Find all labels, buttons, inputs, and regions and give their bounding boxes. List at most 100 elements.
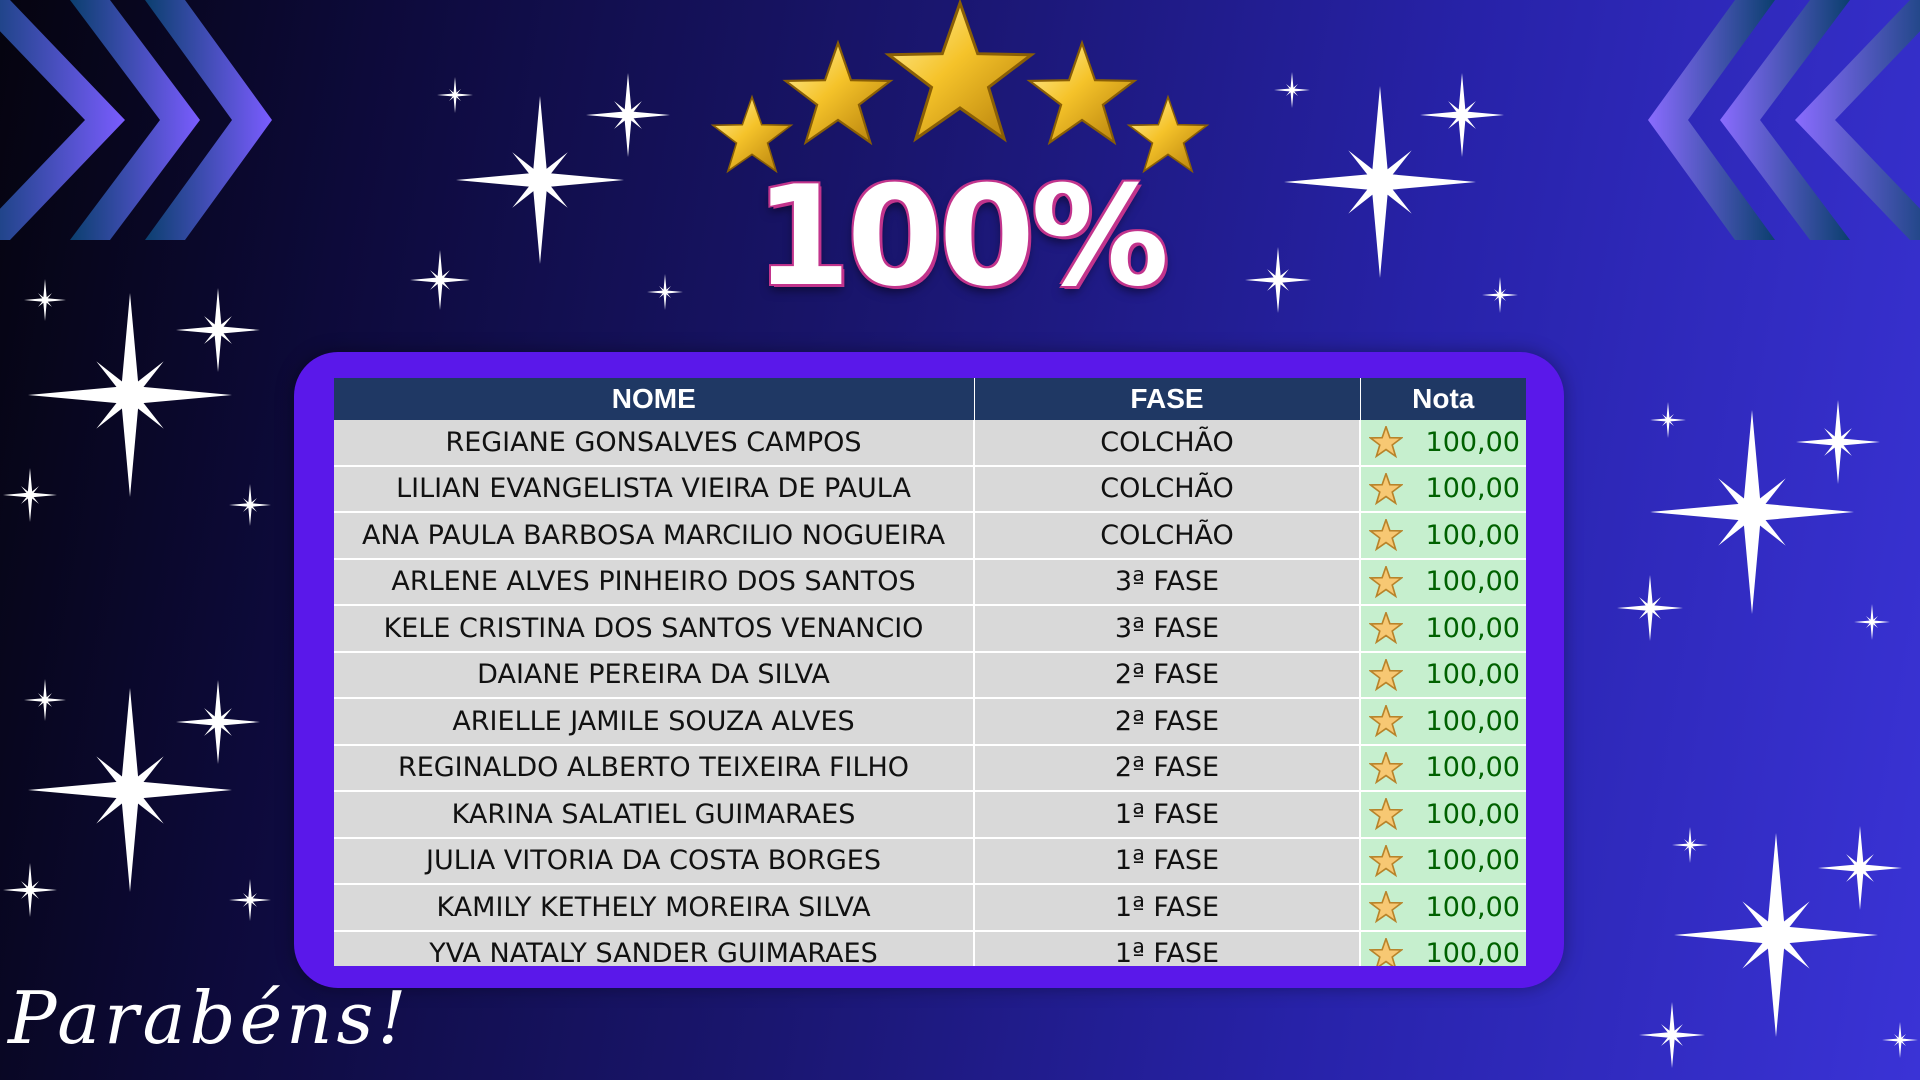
- column-header-nota: Nota: [1360, 378, 1526, 420]
- cell-nome: REGIANE GONSALVES CAMPOS: [334, 420, 975, 467]
- cell-nota: 100,00: [1360, 930, 1526, 966]
- cell-nota: 100,00: [1360, 512, 1526, 560]
- cell-nome: LILIAN EVANGELISTA VIEIRA DE PAULA: [334, 465, 975, 513]
- sparkle-icon: [1882, 1022, 1918, 1058]
- sparkle-icon: [229, 484, 271, 526]
- cell-fase: 2ª FASE: [974, 744, 1361, 792]
- nota-value: 100,00: [1425, 752, 1520, 784]
- cell-nota: 100,00: [1360, 837, 1526, 885]
- gold-star-icon: [1028, 41, 1136, 144]
- nota-value: 100,00: [1425, 938, 1520, 966]
- table-row: KELE CRISTINA DOS SANTOS VENANCIO 3ª FASE…: [334, 605, 1526, 653]
- results-table-wrap: NOME FASE Nota REGIANE GONSALVES CAMPOS C…: [334, 378, 1526, 966]
- rating-star-icon: [1369, 751, 1403, 784]
- table-row: LILIAN EVANGELISTA VIEIRA DE PAULA COLCHÃ…: [334, 465, 1526, 513]
- cell-nome: ARLENE ALVES PINHEIRO DOS SANTOS: [334, 558, 975, 606]
- gold-star-icon: [887, 1, 1033, 141]
- congrats-text: Parabéns!: [8, 976, 411, 1060]
- table-row: KAMILY KETHELY MOREIRA SILVA 1ª FASE 100,0…: [334, 884, 1526, 932]
- cell-nota: 100,00: [1360, 420, 1526, 467]
- cell-nota: 100,00: [1360, 744, 1526, 792]
- sparkle-icon: [1674, 833, 1878, 1037]
- sparkle-icon: [1818, 826, 1902, 910]
- sparkle-icon: [1617, 575, 1683, 641]
- sparkle-icon: [1796, 400, 1880, 484]
- sparkle-icon: [1650, 410, 1854, 614]
- sparkle-icon: [2, 863, 57, 917]
- cell-nome: DAIANE PEREIRA DA SILVA: [334, 651, 975, 699]
- cell-fase: 2ª FASE: [974, 651, 1361, 699]
- cell-fase: COLCHÃO: [974, 465, 1361, 513]
- cell-fase: COLCHÃO: [974, 512, 1361, 560]
- table-row: DAIANE PEREIRA DA SILVA 2ª FASE 100,00: [334, 651, 1526, 699]
- cell-nota: 100,00: [1360, 651, 1526, 699]
- table-header-row: NOME FASE Nota: [334, 378, 1526, 420]
- table-row: ARIELLE JAMILE SOUZA ALVES 2ª FASE 100,00: [334, 698, 1526, 746]
- rating-star-icon: [1369, 472, 1403, 505]
- nota-value: 100,00: [1425, 659, 1520, 691]
- sparkle-icon: [1639, 1002, 1705, 1068]
- cell-nome: ANA PAULA BARBOSA MARCILIO NOGUEIRA: [334, 512, 975, 560]
- table-row: REGIANE GONSALVES CAMPOS COLCHÃO 100,00: [334, 420, 1526, 467]
- sparkle-icon: [1854, 604, 1890, 640]
- nota-value: 100,00: [1425, 426, 1520, 458]
- results-table: NOME FASE Nota REGIANE GONSALVES CAMPOS C…: [334, 378, 1526, 966]
- table-row: ANA PAULA BARBOSA MARCILIO NOGUEIRA COLCH…: [334, 512, 1526, 560]
- rating-star-icon: [1369, 519, 1403, 552]
- table-row: YVA NATALY SANDER GUIMARAES 1ª FASE 100,00: [334, 930, 1526, 966]
- headline-percent: 100%: [754, 156, 1169, 317]
- rating-star-icon: [1369, 612, 1403, 645]
- cell-nome: ARIELLE JAMILE SOUZA ALVES: [334, 698, 975, 746]
- rating-star-icon: [1369, 426, 1403, 459]
- cell-fase: 1ª FASE: [974, 930, 1361, 966]
- table-row: KARINA SALATIEL GUIMARAES 1ª FASE 100,00: [334, 791, 1526, 839]
- cell-fase: 1ª FASE: [974, 884, 1361, 932]
- cell-nome: KELE CRISTINA DOS SANTOS VENANCIO: [334, 605, 975, 653]
- cell-fase: 1ª FASE: [974, 837, 1361, 885]
- cell-fase: 2ª FASE: [974, 698, 1361, 746]
- nota-value: 100,00: [1425, 705, 1520, 737]
- cell-nome: JULIA VITORIA DA COSTA BORGES: [334, 837, 975, 885]
- nota-value: 100,00: [1425, 612, 1520, 644]
- cell-nome: YVA NATALY SANDER GUIMARAES: [334, 930, 975, 966]
- sparkle-icon: [229, 879, 271, 921]
- sparkle-icon: [23, 679, 66, 721]
- cell-nota: 100,00: [1360, 698, 1526, 746]
- nota-value: 100,00: [1425, 473, 1520, 505]
- cell-nome: KAMILY KETHELY MOREIRA SILVA: [334, 884, 975, 932]
- rating-star-icon: [1369, 658, 1403, 691]
- column-header-fase: FASE: [974, 378, 1361, 420]
- gold-star-icon: [784, 41, 892, 144]
- table-row: ARLENE ALVES PINHEIRO DOS SANTOS 3ª FASE 1…: [334, 558, 1526, 606]
- sparkle-icon: [27, 293, 232, 497]
- rating-star-icon: [1369, 798, 1403, 831]
- cell-nota: 100,00: [1360, 605, 1526, 653]
- cell-nota: 100,00: [1360, 558, 1526, 606]
- cell-nota: 100,00: [1360, 465, 1526, 513]
- cell-fase: 3ª FASE: [974, 558, 1361, 606]
- sparkle-icon: [176, 680, 260, 764]
- nota-value: 100,00: [1425, 891, 1520, 923]
- rating-star-icon: [1369, 705, 1403, 738]
- results-frame: NOME FASE Nota REGIANE GONSALVES CAMPOS C…: [294, 352, 1564, 988]
- sparkle-icon: [1650, 402, 1686, 438]
- cell-nome: KARINA SALATIEL GUIMARAES: [334, 791, 975, 839]
- rating-star-icon: [1369, 565, 1403, 598]
- cell-nota: 100,00: [1360, 791, 1526, 839]
- cell-fase: 1ª FASE: [974, 791, 1361, 839]
- table-row: REGINALDO ALBERTO TEIXEIRA FILHO 2ª FASE 1…: [334, 744, 1526, 792]
- nota-value: 100,00: [1425, 845, 1520, 877]
- rating-star-icon: [1369, 844, 1403, 877]
- cell-nome: REGINALDO ALBERTO TEIXEIRA FILHO: [334, 744, 975, 792]
- sparkle-icon: [27, 688, 232, 892]
- nota-value: 100,00: [1425, 519, 1520, 551]
- rating-star-icon: [1369, 937, 1403, 966]
- nota-value: 100,00: [1425, 798, 1520, 830]
- sparkle-icon: [1672, 827, 1708, 863]
- rating-star-icon: [1369, 891, 1403, 924]
- sparkle-icon: [2, 468, 57, 522]
- nota-value: 100,00: [1425, 566, 1520, 598]
- cell-fase: COLCHÃO: [974, 420, 1361, 467]
- table-row: JULIA VITORIA DA COSTA BORGES 1ª FASE 100,…: [334, 837, 1526, 885]
- cell-fase: 3ª FASE: [974, 605, 1361, 653]
